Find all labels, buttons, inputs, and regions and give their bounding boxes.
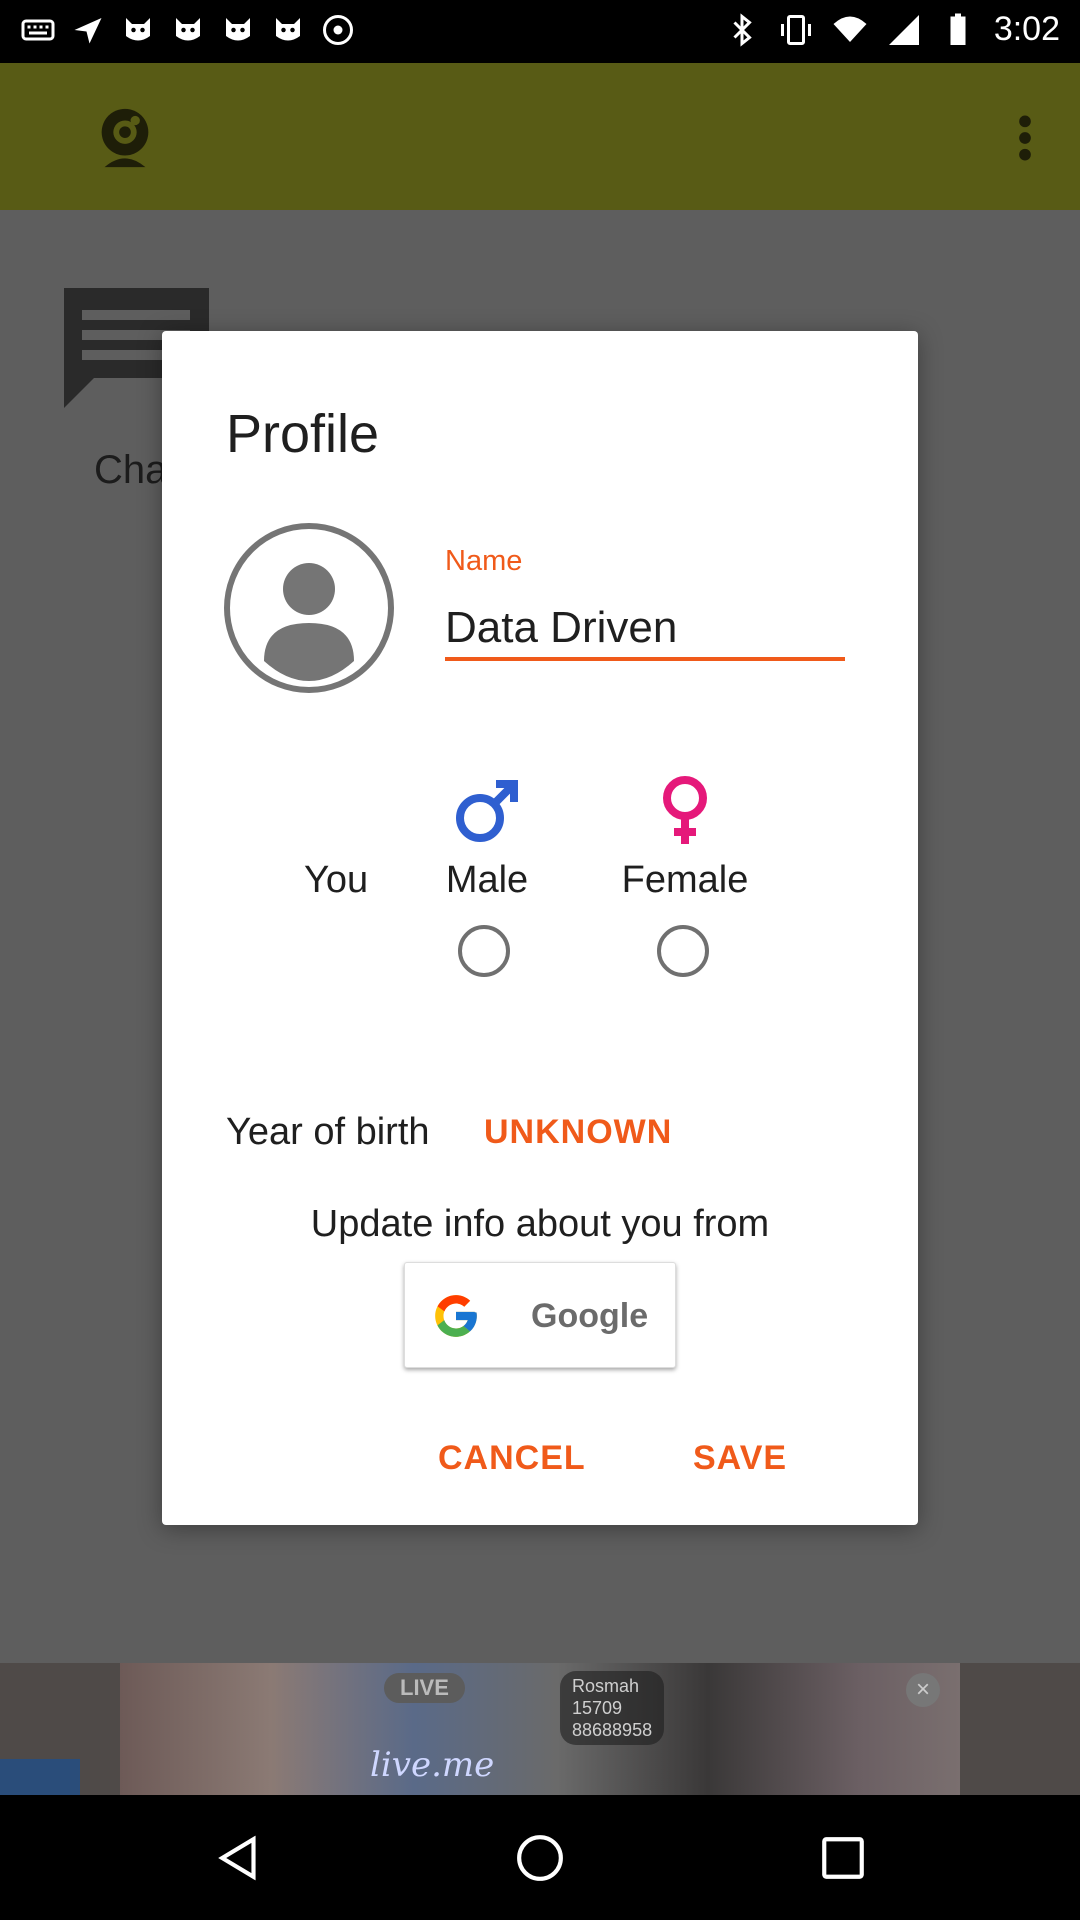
background-label: Cha [94, 448, 168, 492]
cat-icon [126, 18, 150, 41]
battery-icon [950, 13, 966, 45]
cat-icon [276, 18, 300, 41]
status-time: 3:02 [993, 10, 1060, 48]
year-of-birth-label: Year of birth [226, 1111, 430, 1153]
year-of-birth-value[interactable]: UNKNOWN [484, 1113, 672, 1152]
more-vert-icon[interactable] [1010, 113, 1040, 163]
signal-icon [888, 14, 919, 45]
account-circle-icon[interactable] [224, 523, 394, 693]
ad-close-icon[interactable]: × [906, 1673, 940, 1707]
female-icon [663, 776, 707, 844]
wifi-icon [833, 16, 867, 42]
recents-icon[interactable] [818, 1833, 868, 1883]
profile-dialog: Profile Name Data Driven You Male Female… [162, 331, 918, 1525]
bluetooth-icon [733, 12, 752, 47]
ad-name-tag: Rosmah 15709 88688958 [560, 1671, 665, 1745]
cat-icon [176, 18, 200, 41]
status-bar: 3:02 [0, 0, 1080, 63]
home-icon[interactable] [515, 1833, 565, 1883]
back-icon[interactable] [216, 1833, 266, 1883]
ad-live-badge: LIVE [384, 1673, 465, 1703]
dialog-title: Profile [226, 404, 380, 464]
name-field[interactable]: Data Driven [445, 601, 845, 661]
vibrate-icon [780, 14, 811, 45]
keyboard-icon [21, 19, 55, 41]
cancel-button[interactable]: CANCEL [438, 1439, 586, 1478]
ad-image[interactable] [120, 1663, 960, 1795]
navigation-bar [0, 1795, 1080, 1920]
update-info-text: Update info about you from [310, 1203, 770, 1245]
female-radio[interactable] [657, 925, 709, 977]
webcam-icon[interactable] [90, 103, 160, 173]
google-button[interactable]: Google [404, 1262, 676, 1368]
ad-name-line: Rosmah [572, 1676, 640, 1696]
female-label: Female [621, 859, 749, 901]
app-bar [0, 63, 1080, 210]
fake-gps-icon [323, 15, 353, 45]
male-icon [456, 780, 518, 842]
you-label: You [304, 859, 369, 901]
cat-icon [226, 18, 250, 41]
google-g-icon [435, 1295, 477, 1337]
male-radio[interactable] [458, 925, 510, 977]
male-label: Male [445, 859, 529, 901]
ad-choices-icon[interactable] [0, 1759, 80, 1795]
ad-name-line: 88688958 [572, 1720, 653, 1740]
ad-name-line: 15709 [572, 1698, 623, 1718]
save-button[interactable]: SAVE [693, 1439, 787, 1478]
google-label: Google [531, 1297, 649, 1335]
name-label: Name [445, 545, 523, 577]
ad-banner[interactable]: LIVE Rosmah 15709 88688958 live.me × [0, 1663, 1080, 1795]
send-icon [74, 18, 102, 44]
ad-brand: live.me [370, 1745, 495, 1785]
